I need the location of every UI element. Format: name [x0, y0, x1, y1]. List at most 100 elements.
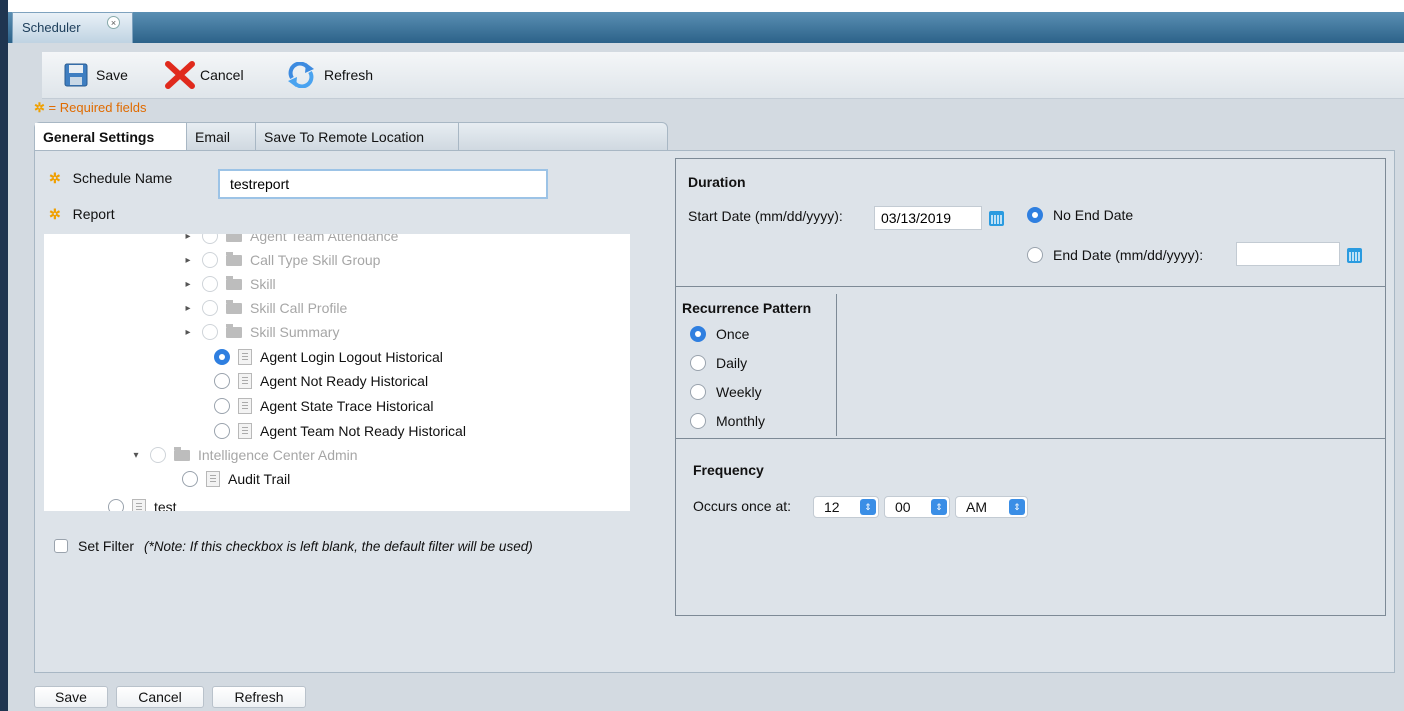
cancel-button[interactable]: Cancel: [116, 686, 204, 708]
expand-arrow-icon[interactable]: ▸: [182, 279, 194, 290]
no-end-date-option[interactable]: No End Date: [1027, 207, 1133, 223]
radio-icon[interactable]: [202, 252, 218, 268]
radio-icon[interactable]: [214, 423, 230, 439]
expand-arrow-icon[interactable]: ▸: [182, 327, 194, 338]
recurrence-divider: [836, 294, 837, 436]
toolbar-save-label: Save: [96, 67, 128, 83]
schedule-name-input[interactable]: [218, 169, 548, 199]
report-doc-icon: [206, 471, 220, 487]
radio-icon[interactable]: [202, 276, 218, 292]
tree-folder[interactable]: ▸ Skill Summary: [182, 321, 339, 343]
tree-folder[interactable]: ▸ Agent Team Attendance: [182, 234, 398, 247]
tree-label: Intelligence Center Admin: [198, 447, 358, 463]
scheduler-tab[interactable]: Scheduler ×: [12, 12, 133, 43]
tree-label: Skill: [250, 276, 276, 292]
tree-label: Agent Team Attendance: [250, 234, 399, 244]
cancel-icon: [165, 61, 195, 89]
tree-label: Agent Team Not Ready Historical: [260, 423, 466, 439]
set-filter-checkbox[interactable]: [54, 539, 68, 553]
left-edge-bar: [0, 0, 8, 711]
tree-folder[interactable]: ▸ Skill: [182, 273, 276, 295]
select-arrows-icon: ⇕: [860, 499, 876, 515]
tree-label: Agent Not Ready Historical: [260, 373, 429, 389]
radio-icon[interactable]: [108, 499, 124, 511]
set-filter-label: Set Filter: [78, 538, 135, 554]
expand-arrow-icon[interactable]: ▸: [182, 234, 194, 242]
radio-selected-icon[interactable]: [690, 326, 706, 342]
required-icon: ✲: [34, 100, 45, 115]
folder-icon: [174, 446, 190, 461]
ampm-value: AM: [966, 499, 987, 515]
tree-label: Audit Trail: [228, 471, 291, 487]
end-date-input[interactable]: [1236, 242, 1340, 266]
radio-selected-icon[interactable]: [214, 349, 230, 365]
scheduler-tab-label: Scheduler: [22, 20, 81, 35]
settings-tabs: General Settings Email Save To Remote Lo…: [34, 122, 668, 151]
tree-report-item[interactable]: Agent Team Not Ready Historical: [206, 420, 466, 442]
page: Scheduler × Save Cancel Refresh ✲ = Requ…: [0, 0, 1404, 711]
section-divider: [676, 438, 1385, 439]
save-button[interactable]: Save: [34, 686, 108, 708]
toolbar-save-button[interactable]: Save: [64, 61, 128, 89]
toolbar: Save Cancel Refresh: [42, 52, 1404, 99]
ampm-select[interactable]: AM ⇕: [955, 496, 1028, 518]
select-arrows-icon: ⇕: [931, 499, 947, 515]
radio-icon[interactable]: [1027, 247, 1043, 263]
refresh-button[interactable]: Refresh: [212, 686, 306, 708]
radio-icon[interactable]: [202, 300, 218, 316]
radio-icon[interactable]: [202, 324, 218, 340]
report-tree[interactable]: ▸ Agent Team Attendance ▸ Call Type Skil…: [44, 234, 630, 511]
radio-icon[interactable]: [182, 471, 198, 487]
radio-icon[interactable]: [214, 398, 230, 414]
radio-icon[interactable]: [690, 384, 706, 400]
toolbar-refresh-label: Refresh: [324, 67, 374, 83]
tree-label: Agent State Trace Historical: [260, 398, 434, 414]
toolbar-cancel-label: Cancel: [200, 67, 244, 83]
set-filter-note: (*Note: If this checkbox is left blank, …: [144, 538, 533, 554]
tree-report-item[interactable]: Agent Login Logout Historical: [206, 346, 443, 368]
required-fields-text: = Required fields: [48, 100, 147, 115]
folder-icon: [226, 275, 242, 290]
end-date-label: End Date (mm/dd/yyyy):: [1053, 247, 1204, 263]
start-date-label: Start Date (mm/dd/yyyy):: [688, 208, 843, 224]
start-date-input[interactable]: [874, 206, 982, 230]
radio-selected-icon[interactable]: [1027, 207, 1043, 223]
radio-icon[interactable]: [690, 413, 706, 429]
tree-folder[interactable]: ▸ Call Type Skill Group: [182, 249, 380, 271]
radio-icon[interactable]: [202, 234, 218, 244]
expand-arrow-icon[interactable]: ▸: [182, 255, 194, 266]
tree-folder[interactable]: ▸ Skill Call Profile: [182, 297, 347, 319]
expand-arrow-icon[interactable]: ▸: [182, 303, 194, 314]
tree-folder[interactable]: ▾ Intelligence Center Admin: [130, 444, 358, 466]
recurrence-weekly[interactable]: Weekly: [690, 384, 762, 400]
minute-select[interactable]: 00 ⇕: [884, 496, 950, 518]
tree-report-item[interactable]: Agent Not Ready Historical: [206, 370, 428, 392]
tree-label: test: [154, 499, 177, 511]
tree-report-item[interactable]: test: [100, 496, 177, 511]
close-tab-icon[interactable]: ×: [107, 16, 120, 29]
recurrence-daily-label: Daily: [716, 355, 748, 371]
collapse-arrow-icon[interactable]: ▾: [130, 450, 142, 461]
radio-icon[interactable]: [150, 447, 166, 463]
toolbar-refresh-button[interactable]: Refresh: [286, 61, 373, 89]
radio-icon[interactable]: [690, 355, 706, 371]
hour-select[interactable]: 12 ⇕: [813, 496, 879, 518]
calendar-icon[interactable]: [989, 211, 1004, 226]
recurrence-monthly[interactable]: Monthly: [690, 413, 765, 429]
tab-email[interactable]: Email: [187, 123, 256, 151]
tree-label: Skill Call Profile: [250, 300, 348, 316]
tab-save-to-remote-location[interactable]: Save To Remote Location: [256, 123, 459, 151]
recurrence-once[interactable]: Once: [690, 326, 749, 342]
calendar-icon[interactable]: [1347, 248, 1362, 263]
radio-icon[interactable]: [214, 373, 230, 389]
toolbar-cancel-button[interactable]: Cancel: [164, 61, 244, 89]
tree-report-item[interactable]: Audit Trail: [174, 468, 290, 490]
tree-report-item[interactable]: Agent State Trace Historical: [206, 395, 434, 417]
tab-general-settings[interactable]: General Settings: [35, 123, 187, 151]
window-tab-bar: [8, 12, 1404, 43]
recurrence-once-label: Once: [716, 326, 750, 342]
end-date-option[interactable]: End Date (mm/dd/yyyy):: [1027, 247, 1203, 263]
select-arrows-icon: ⇕: [1009, 499, 1025, 515]
recurrence-daily[interactable]: Daily: [690, 355, 747, 371]
top-strip: [8, 0, 1404, 12]
